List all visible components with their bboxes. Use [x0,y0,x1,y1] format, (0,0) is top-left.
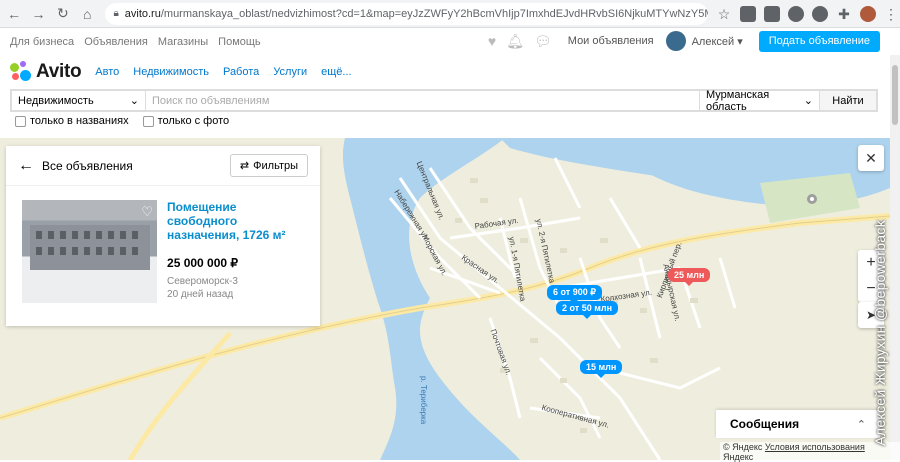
extension-icon[interactable] [812,5,829,22]
puzzle-icon[interactable]: ✚ [836,6,852,22]
close-map-button[interactable]: ✕ [858,145,884,171]
extension-icon[interactable] [764,5,781,22]
category-auto[interactable]: Авто [95,66,119,78]
yandex-copyright: © Яндекс [723,442,763,452]
browser-toolbar: ← → ↻ ⌂ 🔒︎ avito.ru/murmanskaya_oblast/n… [0,0,900,28]
with-photo-checkbox[interactable]: только с фото [142,115,230,127]
reload-icon[interactable]: ↻ [53,3,73,25]
category-more[interactable]: ещё... [321,66,351,78]
top-menu-shops[interactable]: Магазины [158,36,208,48]
chevron-down-icon: ⌄ [803,95,813,107]
map-pin[interactable]: 15 млн [580,360,623,378]
listing-panel: ← Все объявления ⇄ Фильтры ♡ Помещение св… [6,146,320,326]
listing-title[interactable]: Помещение свободного назначения, 1726 м² [167,200,304,242]
notifications-bell-icon[interactable]: 🔔︎ [506,33,524,50]
river-label: р. Териберка [419,376,428,425]
messages-title: Сообщения [730,417,800,431]
building-image [30,225,150,270]
post-ad-button[interactable]: Подать объявление [758,30,880,52]
top-menu: Для бизнеса Объявления Магазины Помощь ♥… [0,28,900,55]
listing-card[interactable]: ♡ Помещение свободного назначения, 1726 … [6,186,320,317]
favorite-heart-icon[interactable]: ♡ [141,204,153,220]
checkbox-box[interactable] [142,115,154,127]
url-path: /murmanskaya_oblast/nedvizhimost?cd=1&ma… [160,7,708,20]
map-pin[interactable]: 2 от 50 млн [556,301,619,319]
page-scrollbar[interactable] [890,55,900,460]
sliders-icon: ⇄ [239,160,250,172]
category-select[interactable]: Недвижимость ⌄ [12,91,146,110]
region-select-value: Мурманская область [706,88,770,113]
search-button[interactable]: Найти [819,91,876,110]
map-pin[interactable]: 25 млн [668,268,711,286]
search-bar: Недвижимость ⌄ Мурманская область ⌄ Найт… [10,88,878,113]
back-icon[interactable]: ← [4,3,24,25]
listing-date: 20 дней назад [167,289,234,300]
top-menu-ads[interactable]: Объявления [84,36,148,48]
user-avatar[interactable] [665,31,686,51]
extension-icon[interactable] [788,5,805,22]
filters-button-label: Фильтры [253,159,298,172]
user-menu[interactable]: Алексей ▾ [692,35,743,48]
checkbox-label: только в названиях [30,115,129,127]
search-options: только в названиях только с фото [15,115,243,127]
menu-dots-icon[interactable]: ⋮ [884,6,900,22]
yandex-brand: Яндекс [723,452,754,462]
extension-icon[interactable] [740,5,757,22]
lock-icon: 🔒︎ [113,8,119,19]
close-icon: ✕ [865,149,877,166]
category-services[interactable]: Услуги [273,66,307,78]
watermark: Алексей Жирухин @bepowerback [872,220,888,446]
names-only-checkbox[interactable]: только в названиях [15,115,129,127]
chevron-down-icon: ⌄ [129,95,139,107]
address-bar[interactable]: 🔒︎ avito.ru/murmanskaya_oblast/nedvizhim… [105,2,709,25]
search-input[interactable] [146,91,699,110]
filters-button[interactable]: ⇄ Фильтры [229,154,308,177]
bookmark-star-icon[interactable]: ☆ [716,6,732,22]
favorites-heart-icon[interactable]: ♥ [488,33,496,49]
home-icon[interactable]: ⌂ [77,3,97,25]
top-menu-help[interactable]: Помощь [218,36,261,48]
category-realty[interactable]: Недвижимость [133,66,209,78]
listing-panel-header: ← Все объявления ⇄ Фильтры [6,146,320,186]
region-select[interactable]: Мурманская область ⌄ [699,88,819,113]
listing-location: Североморск-3 [167,276,238,287]
checkbox-label: только с фото [157,115,230,127]
category-jobs[interactable]: Работа [223,66,259,78]
messages-panel[interactable]: Сообщения ⌃ [716,410,880,438]
all-ads-link[interactable]: Все объявления [42,159,133,173]
my-ads-link[interactable]: Мои объявления [568,35,654,47]
user-name: Алексей [691,35,735,48]
category-select-value: Недвижимость [18,94,94,107]
listing-photo[interactable]: ♡ [22,200,158,303]
chevron-up-icon[interactable]: ⌃ [857,418,866,431]
terms-link[interactable]: Условия использования [765,442,865,452]
scrollbar-thumb[interactable] [892,65,898,125]
avito-logo-icon[interactable] [10,61,32,83]
url-host: avito.ru [124,7,161,20]
messages-chat-icon[interactable]: 💬︎ [534,33,552,50]
avito-logo-text[interactable]: Avito [36,61,82,83]
top-menu-business[interactable]: Для бизнеса [10,36,74,48]
listing-price: 25 000 000 ₽ [167,256,239,270]
profile-avatar[interactable] [860,5,877,22]
back-arrow-icon[interactable]: ← [18,157,34,175]
logo-row: Avito Авто Недвижимость Работа Услуги ещ… [10,58,352,86]
checkbox-box[interactable] [15,115,26,127]
map-pin[interactable]: 6 от 900 ₽ [547,285,602,304]
forward-icon[interactable]: → [28,3,48,25]
